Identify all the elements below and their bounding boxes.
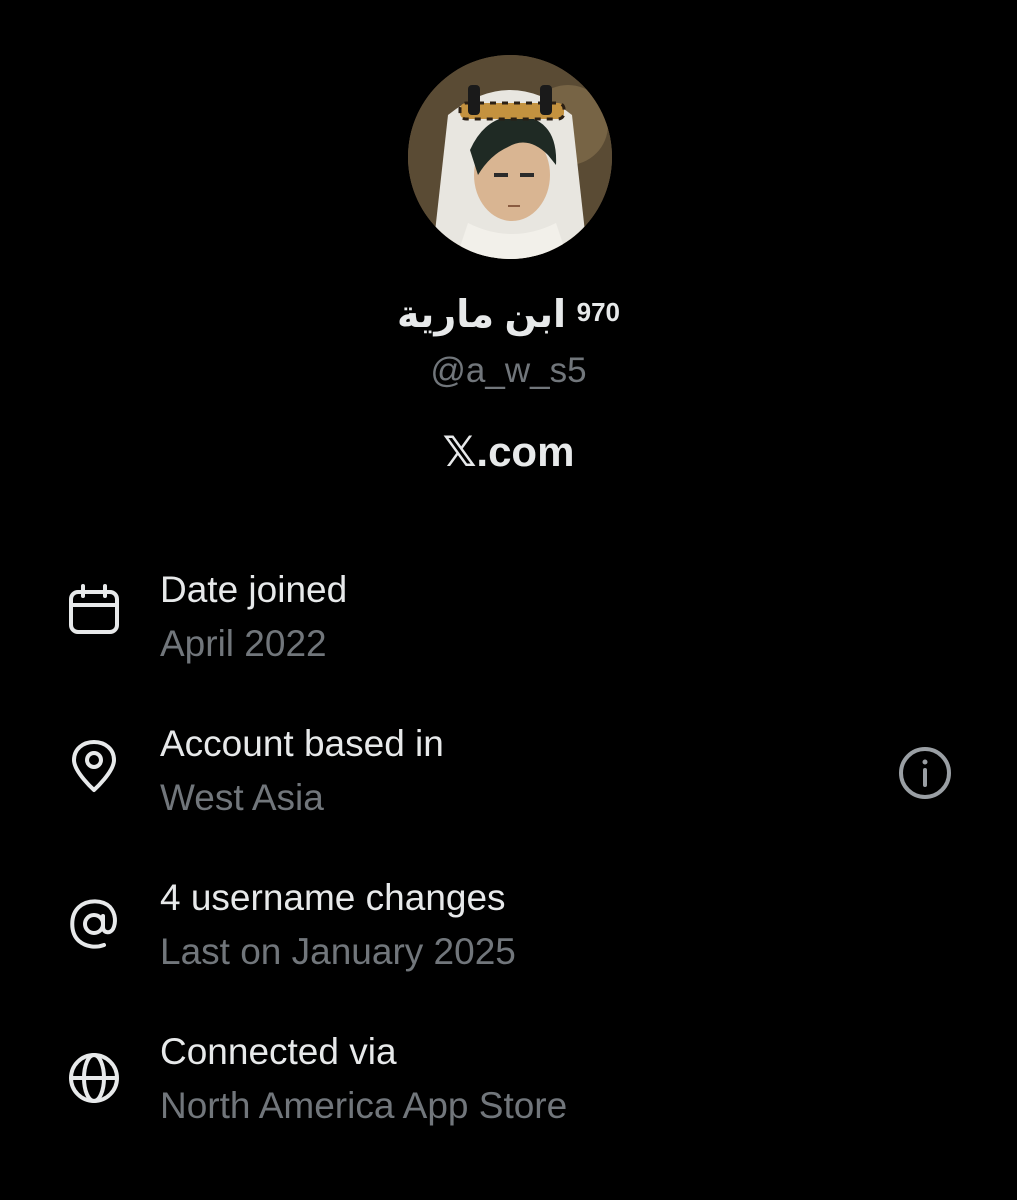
calendar-icon — [66, 582, 122, 638]
info-row-username-changes: 4 username changes Last on January 2025 — [0, 868, 1017, 988]
username-handle: @a_w_s5 — [430, 351, 587, 390]
info-label: Connected via — [160, 1031, 397, 1072]
info-value: West Asia — [160, 777, 324, 818]
profile-header: ابن مارية 970 @a_w_s5 𝕏.com — [0, 0, 1017, 520]
info-row-connected-via: Connected via North America App Store — [0, 1022, 1017, 1142]
info-value: Last on January 2025 — [160, 931, 516, 972]
info-value: North America App Store — [160, 1085, 568, 1126]
globe-icon — [66, 1050, 122, 1106]
location-pin-icon — [66, 738, 122, 794]
info-label: Date joined — [160, 569, 348, 610]
info-label: 4 username changes — [160, 877, 506, 918]
site-label: 𝕏.com — [442, 428, 575, 475]
display-name-suffix: 970 — [576, 297, 620, 327]
info-row-date-joined: Date joined April 2022 — [0, 560, 1017, 680]
display-name: ابن مارية 970 — [0, 284, 1017, 343]
info-value: April 2022 — [160, 623, 327, 664]
display-name-text: ابن مارية — [397, 294, 567, 336]
info-row-account-based-in: Account based in West Asia — [0, 714, 1017, 834]
info-icon[interactable] — [896, 744, 954, 802]
avatar[interactable] — [408, 55, 612, 259]
info-label: Account based in — [160, 723, 444, 764]
at-sign-icon — [66, 896, 122, 952]
